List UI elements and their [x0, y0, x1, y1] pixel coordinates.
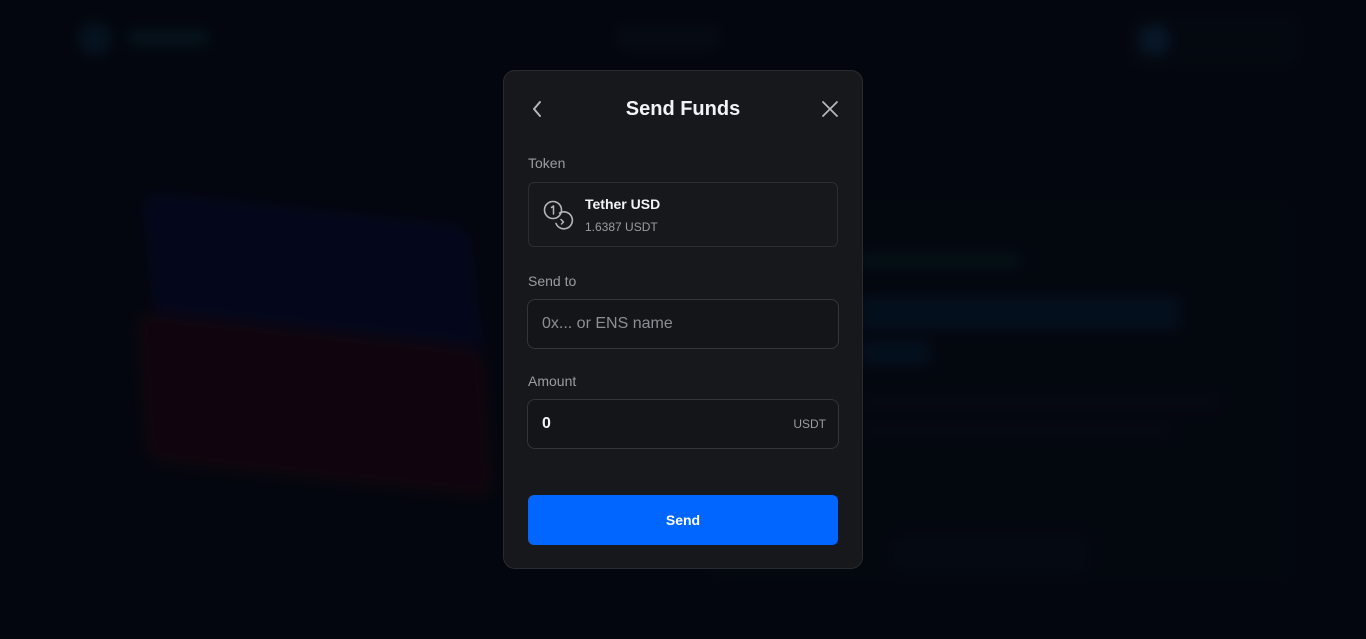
token-name: Tether USD — [585, 196, 661, 212]
amount-unit: USDT — [793, 417, 826, 431]
amount-input[interactable] — [527, 399, 839, 449]
recipient-address-input[interactable] — [527, 299, 839, 349]
token-balance: 1.6387 USDT — [585, 220, 658, 234]
amount-label: Amount — [528, 373, 577, 389]
token-label: Token — [528, 155, 566, 171]
close-button[interactable] — [818, 97, 842, 121]
token-selector[interactable]: Tether USD 1.6387 USDT — [528, 182, 838, 247]
send-to-label: Send to — [528, 273, 577, 289]
send-funds-modal: Send Funds Token Tether USD 1.6387 USDT … — [503, 70, 863, 569]
modal-title: Send Funds — [625, 98, 741, 120]
close-icon — [822, 101, 838, 117]
send-button[interactable]: Send — [528, 495, 838, 545]
coins-icon — [543, 200, 574, 230]
